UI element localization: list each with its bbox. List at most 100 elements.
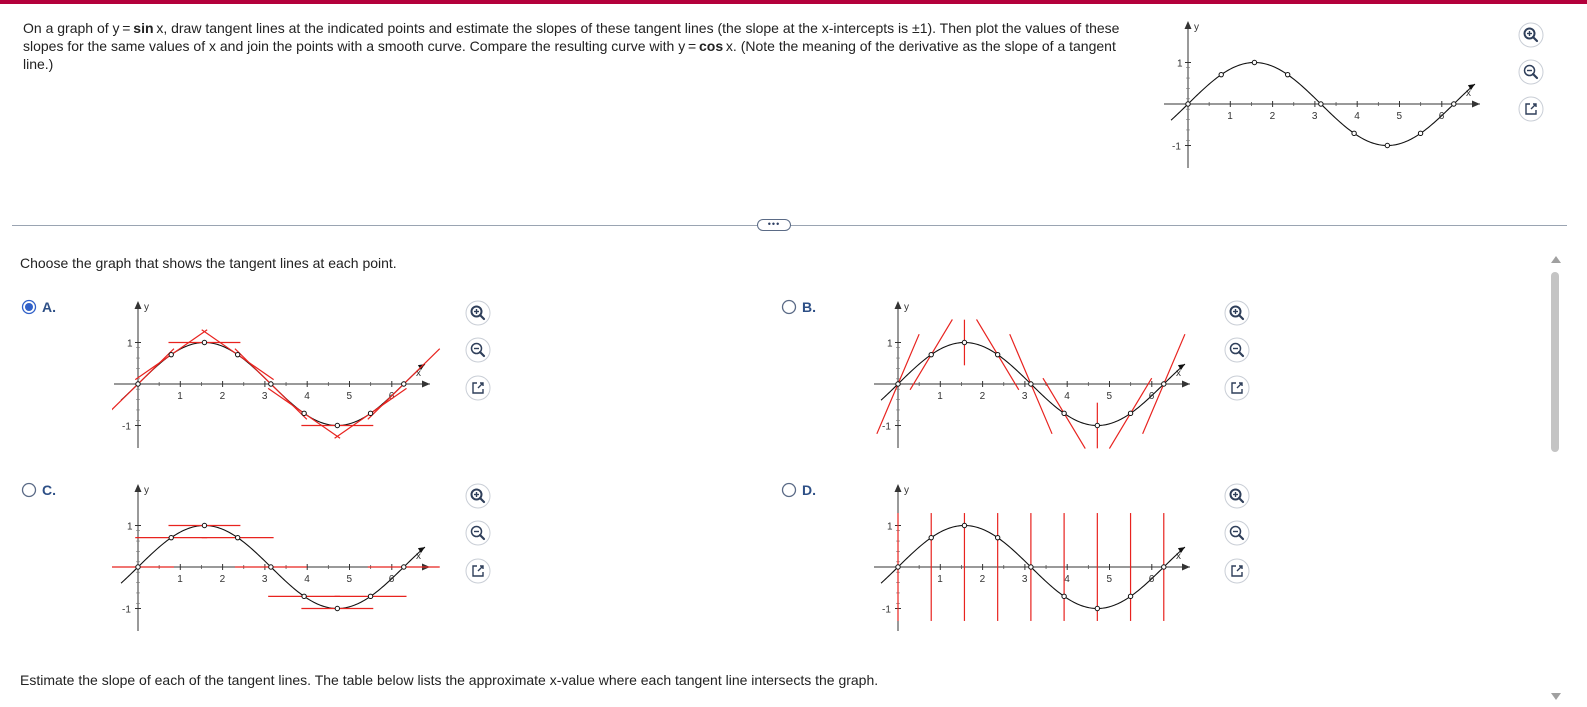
zoom-out-button[interactable]: [1518, 59, 1544, 85]
curve-point: [928, 534, 934, 541]
y-tick-label: 1: [887, 522, 893, 533]
curve-point: [135, 564, 141, 570]
zoom-in-icon: [1224, 300, 1250, 326]
curve-point: [994, 351, 1001, 358]
y-tick-label: -1: [1172, 142, 1181, 153]
y-tick-label: -1: [882, 605, 891, 616]
option-d-label[interactable]: D.: [802, 482, 816, 498]
x-tick-label: 1: [177, 391, 183, 402]
curve-point: [367, 593, 374, 600]
x-axis-arrow: [1182, 563, 1190, 571]
x-tick-label: 2: [220, 391, 226, 402]
x-tick-label: 6: [1149, 574, 1155, 585]
curve-point: [895, 381, 901, 387]
zoom-out-button-d[interactable]: [1224, 520, 1250, 546]
radio-empty-icon: [21, 482, 37, 498]
curve-point: [401, 381, 407, 387]
scroll-down-arrow[interactable]: [1551, 693, 1561, 700]
radio-option-d[interactable]: [781, 482, 797, 498]
y-tick-label: -1: [122, 422, 131, 433]
zoom-out-button-b[interactable]: [1224, 337, 1250, 363]
open-window-button[interactable]: [1518, 96, 1544, 122]
zoom-in-button[interactable]: [1518, 22, 1544, 48]
radio-option-a[interactable]: [21, 299, 37, 315]
x-tick-label: 1: [937, 391, 943, 402]
curve-point: [1451, 101, 1457, 107]
curve-point: [1185, 101, 1191, 107]
x-tick-label: 1: [937, 574, 943, 585]
curve-point: [268, 381, 274, 387]
y-axis-arrow: [894, 301, 902, 309]
curve-point: [1417, 130, 1424, 137]
x-tick-label: 5: [1107, 391, 1113, 402]
open-window-button-c[interactable]: [465, 558, 491, 584]
open-window-button-d[interactable]: [1224, 558, 1250, 584]
curve-point: [367, 410, 374, 417]
zoom-in-icon: [1224, 483, 1250, 509]
x-tick-label: 1: [1227, 111, 1233, 122]
curve-point: [301, 593, 307, 600]
scrollbar-thumb[interactable]: [1551, 272, 1559, 452]
x-tick-label: 3: [1312, 111, 1318, 122]
scroll-up-arrow[interactable]: [1551, 256, 1561, 263]
curve-point: [1351, 130, 1357, 137]
curve-point: [1251, 59, 1258, 66]
curve-point: [168, 351, 174, 358]
zoom-in-button-b[interactable]: [1224, 300, 1250, 326]
curve-point: [895, 564, 901, 570]
curve-point: [301, 410, 307, 417]
y-axis-label: y: [144, 302, 149, 313]
expand-more-button[interactable]: •••: [757, 219, 791, 231]
zoom-out-icon: [1224, 337, 1250, 363]
zoom-out-icon: [465, 337, 491, 363]
y-tick-label: 1: [127, 522, 133, 533]
option-a-label[interactable]: A.: [42, 299, 56, 315]
open-window-button-b[interactable]: [1224, 375, 1250, 401]
curve-point: [168, 534, 174, 541]
curve-point: [1028, 564, 1034, 570]
curve-point: [1218, 71, 1224, 78]
radio-empty-icon: [781, 299, 797, 315]
curve-point: [1318, 101, 1324, 107]
zoom-out-button-c[interactable]: [465, 520, 491, 546]
open-window-icon: [1224, 558, 1250, 584]
x-tick-label: 5: [347, 391, 353, 402]
curve-point: [1284, 71, 1291, 78]
curve-point: [234, 534, 241, 541]
zoom-in-button-d[interactable]: [1224, 483, 1250, 509]
option-c-label[interactable]: C.: [42, 482, 56, 498]
open-window-button-a[interactable]: [465, 375, 491, 401]
radio-empty-icon: [781, 482, 797, 498]
radio-option-b[interactable]: [781, 299, 797, 315]
reference-graph: xy1 2 3 4 5 61-1: [1164, 21, 1480, 168]
x-tick-label: 2: [220, 574, 226, 585]
graph-option-d: xy1 2 3 4 5 61-1: [874, 484, 1190, 631]
x-axis-arrow: [422, 380, 430, 388]
zoom-in-button-a[interactable]: [465, 300, 491, 326]
question-text: On a graph of y = sin x, draw tangent li…: [23, 20, 1120, 72]
x-tick-label: 5: [1397, 111, 1403, 122]
y-axis-arrow: [134, 484, 142, 492]
radio-option-c[interactable]: [21, 482, 37, 498]
x-tick-label: 4: [304, 391, 310, 402]
y-tick-label: -1: [882, 422, 891, 433]
zoom-out-button-a[interactable]: [465, 337, 491, 363]
y-tick-label: 1: [1177, 59, 1183, 70]
curve-point: [961, 522, 968, 529]
x-tick-label: 2: [980, 574, 986, 585]
zoom-out-icon: [1224, 520, 1250, 546]
curve-point: [201, 339, 208, 346]
curve-point: [1384, 142, 1391, 149]
x-tick-label: 6: [1149, 391, 1155, 402]
curve-point: [201, 522, 208, 529]
x-tick-label: 6: [1439, 111, 1445, 122]
zoom-in-icon: [465, 483, 491, 509]
x-tick-label: 3: [262, 574, 268, 585]
option-b-label[interactable]: B.: [802, 299, 816, 315]
zoom-in-icon: [465, 300, 491, 326]
zoom-in-button-c[interactable]: [465, 483, 491, 509]
curve-point: [334, 605, 341, 612]
x-tick-label: 3: [1022, 574, 1028, 585]
x-tick-label: 3: [262, 391, 268, 402]
y-axis-label: y: [904, 302, 909, 313]
